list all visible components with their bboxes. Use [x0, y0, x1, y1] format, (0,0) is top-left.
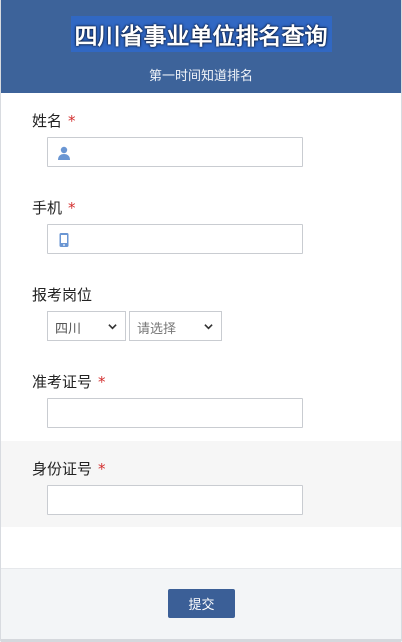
phone-input[interactable] — [48, 225, 302, 253]
city-select[interactable]: 请选择 — [129, 311, 222, 341]
province-select-value: 四川 — [55, 322, 82, 337]
exam-id-label: 准考证号 * — [32, 373, 106, 391]
exam-id-input-box[interactable] — [47, 398, 303, 428]
name-input-box[interactable] — [47, 137, 303, 167]
user-icon — [58, 146, 70, 160]
id-card-input[interactable] — [48, 486, 302, 514]
header: 四川省事业单位排名查询 第一时间知道排名 — [1, 0, 401, 93]
position-label: 报考岗位 — [32, 286, 93, 304]
chevron-down-icon — [204, 324, 213, 330]
name-label: 姓名 * — [32, 112, 76, 130]
footer: 提交 — [1, 568, 401, 642]
page: 四川省事业单位排名查询 第一时间知道排名 姓名 * 手机 * 报考岗位 四川 请… — [0, 0, 402, 642]
page-title: 四川省事业单位排名查询 — [70, 16, 332, 52]
name-input[interactable] — [48, 138, 302, 166]
mobile-phone-icon — [59, 233, 69, 247]
exam-id-input[interactable] — [48, 399, 302, 427]
phone-label: 手机 * — [32, 199, 76, 217]
position-selects: 四川 请选择 — [47, 311, 227, 341]
province-select[interactable]: 四川 — [47, 311, 126, 341]
required-mark: * — [68, 112, 76, 130]
chevron-down-icon — [108, 324, 117, 330]
id-card-input-box[interactable] — [47, 485, 303, 515]
required-mark: * — [68, 199, 76, 217]
submit-button[interactable]: 提交 — [168, 589, 235, 618]
required-mark: * — [98, 460, 106, 478]
city-select-value: 请选择 — [137, 322, 177, 337]
page-subtitle: 第一时间知道排名 — [148, 69, 253, 84]
id-card-label: 身份证号 * — [32, 460, 106, 478]
phone-input-box[interactable] — [47, 224, 303, 254]
required-mark: * — [98, 373, 106, 391]
